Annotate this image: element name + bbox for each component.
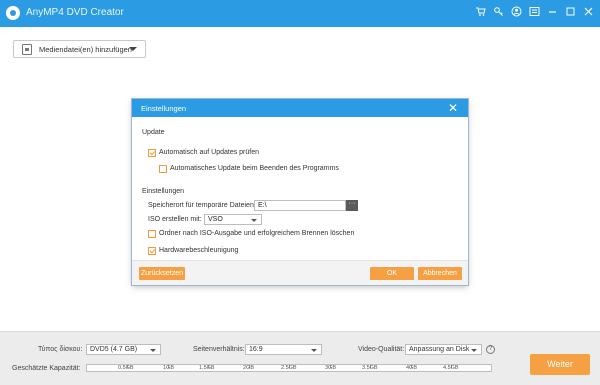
quality-value: Anpassung an Disk bbox=[409, 346, 470, 353]
ok-button[interactable]: OK bbox=[370, 267, 414, 280]
auto-update-checkbox[interactable] bbox=[159, 165, 167, 173]
capacity-tick-label: 2GB bbox=[243, 365, 255, 371]
help-icon[interactable]: ? bbox=[486, 345, 495, 354]
aspect-value: 16:9 bbox=[249, 346, 263, 353]
add-file-icon bbox=[22, 44, 32, 55]
close-icon[interactable] bbox=[582, 6, 594, 18]
menu-icon[interactable] bbox=[528, 6, 540, 18]
capacity-tick-label: 1GB bbox=[163, 365, 175, 371]
cancel-button[interactable]: Abbrechen bbox=[418, 267, 462, 280]
app-title: AnyMP4 DVD Creator bbox=[26, 7, 124, 18]
auto-update-label: Automatisches Update beim Beenden des Pr… bbox=[170, 165, 339, 172]
dialog-footer: Zurücksetzen OK Abbrechen bbox=[132, 260, 468, 285]
capacity-tick-label: 0.5GB bbox=[118, 365, 134, 371]
chevron-down-icon bbox=[311, 349, 317, 352]
hw-accel-checkbox[interactable] bbox=[148, 247, 156, 255]
chevron-down-icon bbox=[251, 219, 257, 222]
update-section-title: Update bbox=[142, 129, 165, 136]
delete-folder-checkbox[interactable] bbox=[148, 230, 156, 238]
add-media-button[interactable]: Mediendatei(en) hinzufügen bbox=[13, 40, 146, 58]
auto-check-checkbox[interactable] bbox=[148, 149, 156, 157]
quality-label: Video-Qualität: bbox=[358, 346, 405, 353]
iso-label: ISO erstellen mit: bbox=[148, 216, 202, 223]
aspect-select[interactable]: 16:9 bbox=[245, 344, 322, 355]
capacity-tick-label: 4.5GB bbox=[443, 365, 459, 371]
user-icon[interactable] bbox=[510, 6, 522, 18]
aspect-label: Seitenverhältnis: bbox=[193, 346, 245, 353]
add-media-label: Mediendatei(en) hinzufügen bbox=[39, 45, 132, 54]
capacity-label: Geschätzte Kapazität: bbox=[12, 365, 81, 372]
key-icon[interactable] bbox=[492, 6, 504, 18]
hw-accel-label: Hardwarebeschleunigung bbox=[159, 247, 239, 254]
next-button[interactable]: Weiter bbox=[530, 354, 590, 375]
maximize-icon[interactable] bbox=[564, 6, 576, 18]
chevron-down-icon bbox=[471, 349, 477, 352]
capacity-tick-label: 4GB bbox=[406, 365, 418, 371]
iso-select[interactable]: VSO bbox=[204, 214, 262, 225]
disc-type-select[interactable]: DVD5 (4.7 GB) bbox=[86, 344, 161, 355]
quality-select[interactable]: Anpassung an Disk bbox=[405, 344, 482, 355]
title-bar-icons bbox=[474, 6, 594, 18]
browse-button[interactable]: ··· bbox=[346, 200, 358, 211]
capacity-tick-label: 3GB bbox=[325, 365, 337, 371]
chevron-down-icon[interactable] bbox=[129, 47, 137, 51]
chevron-down-icon bbox=[150, 349, 156, 352]
minimize-icon[interactable] bbox=[546, 6, 558, 18]
delete-folder-label: Ordner nach ISO-Ausgabe und erfolgreiche… bbox=[159, 230, 355, 237]
auto-check-label: Automatisch auf Updates prüfen bbox=[159, 149, 260, 156]
iso-select-value: VSO bbox=[208, 216, 223, 223]
reset-button[interactable]: Zurücksetzen bbox=[139, 267, 185, 280]
title-bar: AnyMP4 DVD Creator bbox=[0, 0, 600, 27]
capacity-tick-label: 2.5GB bbox=[281, 365, 297, 371]
capacity-tick-label: 3.5GB bbox=[362, 365, 378, 371]
disc-type-label: Τύπος δίσκου: bbox=[38, 346, 83, 353]
bottom-bar: Τύπος δίσκου: DVD5 (4.7 GB) Seitenverhäl… bbox=[0, 331, 600, 385]
dialog-title: Einstellungen bbox=[141, 104, 187, 113]
temp-location-label: Speicherort für temporäre Dateien: bbox=[148, 202, 256, 209]
capacity-tick-label: 1.5GB bbox=[199, 365, 215, 371]
dialog-header: Einstellungen ✕ bbox=[132, 99, 468, 117]
dialog-close-icon[interactable]: ✕ bbox=[448, 101, 458, 115]
app-logo-icon bbox=[6, 6, 20, 20]
temp-location-input[interactable]: E:\ bbox=[254, 200, 346, 211]
disc-type-value: DVD5 (4.7 GB) bbox=[90, 346, 138, 353]
settings-section-title: Einstellungen bbox=[142, 188, 185, 195]
settings-dialog: Einstellungen ✕ Update Automatisch auf U… bbox=[132, 99, 468, 285]
cart-icon[interactable] bbox=[474, 6, 486, 18]
